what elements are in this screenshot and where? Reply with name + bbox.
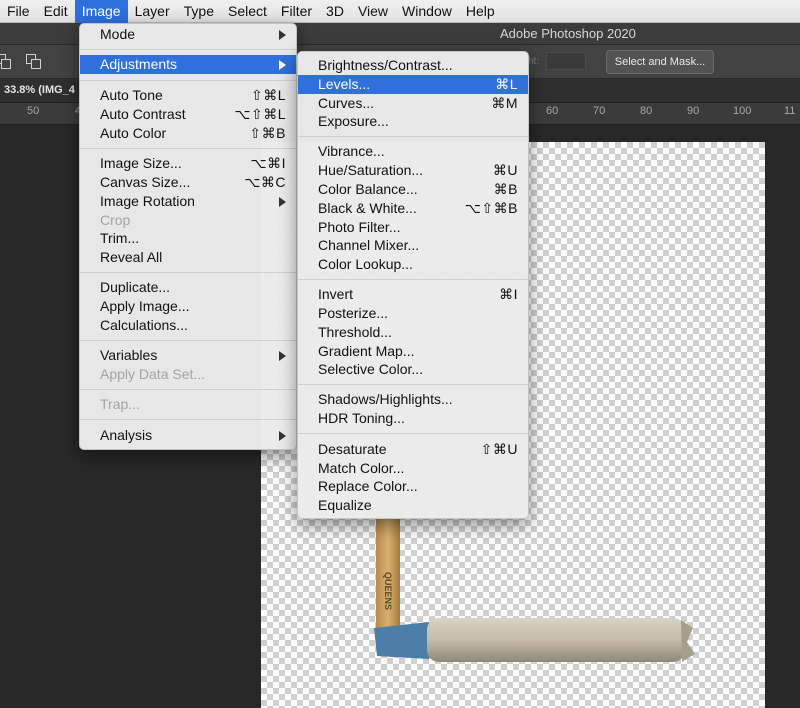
menu-item-variables[interactable]: Variables (80, 346, 296, 365)
menu-item-posterize[interactable]: Posterize... (298, 304, 528, 323)
menu-item-hue-saturation[interactable]: Hue/Saturation... ⌘U (298, 161, 528, 180)
height-label: ht: (528, 56, 540, 67)
menu-item-threshold[interactable]: Threshold... (298, 323, 528, 342)
ruler-tick: 50 (27, 105, 40, 117)
menu-item-black-white[interactable]: Black & White... ⌥⇧⌘B (298, 199, 528, 218)
menu-item-auto-tone[interactable]: Auto Tone ⇧⌘L (80, 86, 296, 105)
menu-separator (80, 80, 296, 81)
menu-separator (298, 384, 528, 385)
menu-item-auto-contrast[interactable]: Auto Contrast ⌥⇧⌘L (80, 105, 296, 124)
menu-item-vibrance[interactable]: Vibrance... (298, 142, 528, 161)
menu-item-apply-data-set: Apply Data Set... (100, 366, 206, 382)
menu-separator (80, 272, 296, 273)
menu-item-trim[interactable]: Trim... (80, 229, 296, 248)
menu-item-curves[interactable]: Curves... ⌘M (298, 94, 528, 113)
menu-item-duplicate[interactable]: Duplicate... (80, 278, 296, 297)
menu-item-color-balance[interactable]: Color Balance... ⌘B (298, 180, 528, 199)
menu-separator (298, 136, 528, 137)
menu-item-crop: Crop (100, 212, 131, 228)
menu-item-match-color[interactable]: Match Color... (298, 459, 528, 478)
select-and-mask-button[interactable]: Select and Mask... (606, 50, 714, 74)
menu-separator (80, 389, 296, 390)
menu-separator (298, 279, 528, 280)
menu-separator (80, 340, 296, 341)
menu-item-replace-color[interactable]: Replace Color... (298, 477, 528, 496)
menu-item-invert[interactable]: Invert ⌘I (298, 285, 528, 304)
menu-item-brightness-contrast[interactable]: Brightness/Contrast... (298, 56, 528, 75)
menu-window[interactable]: Window (395, 0, 459, 23)
menu-item-image-size[interactable]: Image Size... ⌥⌘I (80, 154, 296, 173)
ruler-tick: 100 (733, 105, 752, 117)
menu-type[interactable]: Type (177, 0, 221, 23)
menu-item-calculations[interactable]: Calculations... (80, 316, 296, 335)
submenu-arrow-icon (279, 431, 286, 441)
menu-separator (298, 433, 528, 434)
add-to-selection-icon[interactable] (26, 54, 42, 70)
menu-item-hdr-toning[interactable]: HDR Toning... (298, 409, 528, 428)
menu-item-adjustments[interactable]: Adjustments (80, 55, 296, 74)
height-field[interactable] (546, 52, 586, 70)
menu-item-photo-filter[interactable]: Photo Filter... (298, 218, 528, 237)
menu-image[interactable]: Image (74, 0, 128, 23)
menu-item-desaturate[interactable]: Desaturate ⇧⌘U (298, 440, 528, 459)
roller-frayed-end (681, 620, 695, 662)
menu-item-canvas-size[interactable]: Canvas Size... ⌥⌘C (80, 173, 296, 192)
handle-brand-text: QUEENS (383, 572, 393, 610)
menu-item-auto-color[interactable]: Auto Color ⇧⌘B (80, 124, 296, 143)
submenu-arrow-icon (279, 197, 286, 207)
menu-item-selective-color[interactable]: Selective Color... (298, 360, 528, 379)
menu-item-color-lookup[interactable]: Color Lookup... (298, 255, 528, 274)
menu-item-image-rotation[interactable]: Image Rotation (80, 192, 296, 211)
submenu-arrow-icon (279, 60, 286, 70)
adjustments-submenu: Brightness/Contrast... Levels... ⌘L Curv… (297, 51, 529, 519)
menu-item-apply-image[interactable]: Apply Image... (80, 297, 296, 316)
menu-item-mode[interactable]: Mode (80, 25, 296, 44)
submenu-arrow-icon (279, 351, 286, 361)
submenu-arrow-icon (279, 30, 286, 40)
menu-separator (80, 148, 296, 149)
menu-item-channel-mixer[interactable]: Channel Mixer... (298, 236, 528, 255)
roller-cover (427, 618, 685, 662)
menu-file[interactable]: File (0, 0, 37, 23)
document-tab[interactable]: 33.8% (IMG_4 (4, 84, 75, 96)
ruler-tick: 11 (784, 105, 796, 117)
menu-item-gradient-map[interactable]: Gradient Map... (298, 342, 528, 361)
image-menu: Mode Adjustments Auto Tone ⇧⌘L Auto Cont… (79, 23, 297, 450)
ruler-tick: 60 (546, 105, 559, 117)
menu-item-trap: Trap... (100, 396, 140, 412)
menu-item-exposure[interactable]: Exposure... (298, 112, 528, 131)
menu-item-reveal-all[interactable]: Reveal All (80, 248, 296, 267)
menu-separator (80, 49, 296, 50)
menu-select[interactable]: Select (221, 0, 274, 23)
menu-3d[interactable]: 3D (319, 0, 351, 23)
menu-layer[interactable]: Layer (128, 0, 177, 23)
menu-bar: File Edit Image Layer Type Select Filter… (0, 0, 800, 23)
new-selection-icon[interactable] (0, 54, 12, 70)
app-title: Adobe Photoshop 2020 (500, 26, 636, 41)
menu-item-levels[interactable]: Levels... ⌘L (298, 75, 528, 94)
menu-view[interactable]: View (351, 0, 395, 23)
menu-filter[interactable]: Filter (274, 0, 319, 23)
menu-item-analysis[interactable]: Analysis (80, 426, 296, 445)
ruler-tick: 80 (640, 105, 653, 117)
menu-separator (80, 419, 296, 420)
menu-help[interactable]: Help (459, 0, 502, 23)
menu-item-shadows-highlights[interactable]: Shadows/Highlights... (298, 390, 528, 409)
menu-item-equalize[interactable]: Equalize (298, 496, 528, 515)
ruler-tick: 90 (687, 105, 700, 117)
ruler-tick: 70 (593, 105, 606, 117)
menu-edit[interactable]: Edit (37, 0, 75, 23)
